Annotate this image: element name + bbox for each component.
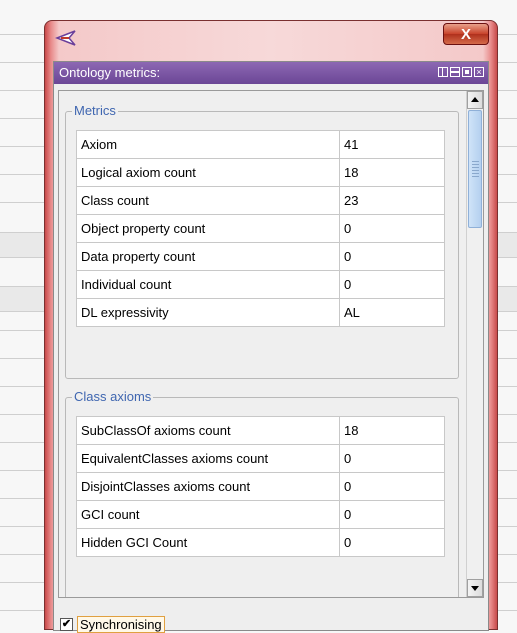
class-axioms-group: Class axioms SubClassOf axioms count 18 Eq… — [65, 389, 459, 597]
metric-name-cell[interactable]: Object property count — [76, 214, 340, 243]
metric-name-cell[interactable]: SubClassOf axioms count — [76, 416, 340, 445]
metric-name-cell[interactable]: Individual count — [76, 270, 340, 299]
table-row[interactable]: Data property count 0 — [76, 242, 445, 271]
metric-value-cell[interactable]: 0 — [339, 270, 445, 299]
table-row[interactable]: GCI count 0 — [76, 500, 445, 529]
metric-name-cell[interactable]: DisjointClasses axioms count — [76, 472, 340, 501]
metric-name-cell[interactable]: Logical axiom count — [76, 158, 340, 187]
scroll-down-button[interactable] — [467, 579, 483, 597]
metric-value-cell[interactable]: 0 — [339, 500, 445, 529]
table-row[interactable]: Hidden GCI Count 0 — [76, 528, 445, 557]
grip-icon — [472, 161, 479, 177]
metric-value-cell[interactable]: 23 — [339, 186, 445, 215]
metric-value-cell[interactable]: 0 — [339, 528, 445, 557]
float-icon[interactable] — [462, 67, 472, 77]
metric-name-cell[interactable]: DL expressivity — [76, 298, 340, 327]
metrics-scroll-pane[interactable]: Metrics Axiom 41 Logical axiom count 18 Clas… — [58, 90, 484, 598]
view-title: Ontology metrics: — [59, 65, 161, 80]
metric-value-cell[interactable]: 41 — [339, 130, 445, 159]
arrow-up-icon — [471, 97, 479, 102]
metric-value-cell[interactable]: 0 — [339, 242, 445, 271]
close-view-icon[interactable]: × — [474, 67, 484, 77]
metric-name-cell[interactable]: Axiom — [76, 130, 340, 159]
metric-name-cell[interactable]: EquivalentClasses axioms count — [76, 444, 340, 473]
table-row[interactable]: Individual count 0 — [76, 270, 445, 299]
metric-value-cell[interactable]: 0 — [339, 444, 445, 473]
table-row[interactable]: Axiom 41 — [76, 130, 445, 159]
metric-name-cell[interactable]: Class count — [76, 186, 340, 215]
metric-value-cell[interactable]: 0 — [339, 214, 445, 243]
ontology-metrics-window: X Ontology metrics: × Metrics Axiom 41 Log… — [44, 20, 498, 633]
table-row[interactable]: EquivalentClasses axioms count 0 — [76, 444, 445, 473]
table-row[interactable]: Object property count 0 — [76, 214, 445, 243]
synchronising-option[interactable]: ✔ Synchronising — [60, 616, 165, 633]
split-horizontal-icon[interactable] — [450, 67, 460, 77]
class-axioms-group-title: Class axioms — [72, 389, 154, 404]
metric-value-cell[interactable]: AL — [339, 298, 445, 327]
metrics-group-title: Metrics — [72, 103, 118, 118]
class-axioms-table: SubClassOf axioms count 18 EquivalentClass… — [76, 416, 445, 557]
scrollbar-thumb[interactable] — [468, 110, 482, 228]
metric-name-cell[interactable]: Data property count — [76, 242, 340, 271]
vertical-scrollbar[interactable] — [466, 91, 483, 597]
view-container: Ontology metrics: × Metrics Axiom 41 Logic… — [53, 61, 489, 633]
metric-value-cell[interactable]: 18 — [339, 416, 445, 445]
arrow-down-icon — [471, 586, 479, 591]
metrics-table: Axiom 41 Logical axiom count 18 Class count 2… — [76, 130, 445, 327]
close-button[interactable]: X — [443, 23, 489, 45]
synchronising-checkbox[interactable]: ✔ — [60, 618, 73, 631]
synchronising-label[interactable]: Synchronising — [77, 616, 165, 633]
table-row[interactable]: DL expressivity AL — [76, 298, 445, 327]
table-row[interactable]: Class count 23 — [76, 186, 445, 215]
metric-value-cell[interactable]: 18 — [339, 158, 445, 187]
table-row[interactable]: SubClassOf axioms count 18 — [76, 416, 445, 445]
scroll-up-button[interactable] — [467, 91, 483, 109]
metric-name-cell[interactable]: GCI count — [76, 500, 340, 529]
metric-value-cell[interactable]: 0 — [339, 472, 445, 501]
metrics-group: Metrics Axiom 41 Logical axiom count 18 Clas… — [65, 103, 459, 379]
title-bar[interactable]: X — [45, 21, 497, 57]
split-vertical-icon[interactable] — [438, 67, 448, 77]
table-row[interactable]: Logical axiom count 18 — [76, 158, 445, 187]
metrics-content: Metrics Axiom 41 Logical axiom count 18 Clas… — [59, 91, 467, 597]
protege-icon — [55, 30, 76, 46]
table-row[interactable]: DisjointClasses axioms count 0 — [76, 472, 445, 501]
view-header: Ontology metrics: × — [54, 62, 488, 84]
metric-name-cell[interactable]: Hidden GCI Count — [76, 528, 340, 557]
